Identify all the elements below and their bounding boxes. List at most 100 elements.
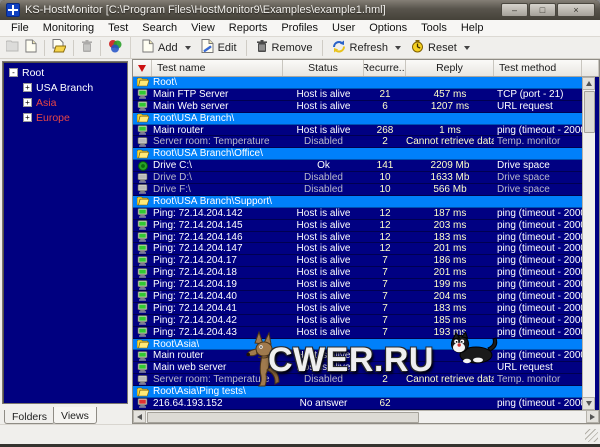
folder-row[interactable]: Root\Asia\Ping tests\ [133, 386, 582, 398]
new-page-button[interactable] [22, 37, 40, 58]
delete-button[interactable] [78, 37, 96, 58]
reset-dropdown-caret[interactable] [464, 46, 470, 50]
test-row[interactable]: Ping: 72.14.204.41Host is alive7183 mspi… [133, 303, 582, 315]
reset-button[interactable]: Reset [406, 38, 475, 58]
expand-icon[interactable]: + [23, 98, 32, 107]
folder-row[interactable]: Root\USA Branch\Support\ [133, 196, 582, 208]
bottom-tabs: Folders Views [2, 404, 128, 424]
test-row[interactable]: Main FTP ServerHost is alive21457 msTCP … [133, 89, 582, 101]
test-row[interactable]: Ping: 72.14.204.43Host is alive7193 mspi… [133, 327, 582, 339]
test-row[interactable]: Drive C:\Ok1412209 MbDrive space [133, 160, 582, 172]
test-row[interactable]: Ping: 72.14.204.142Host is alive12187 ms… [133, 208, 582, 220]
scroll-right-button[interactable] [586, 410, 599, 423]
minimize-button[interactable]: – [501, 3, 528, 17]
test-method-column-header[interactable]: Test method [494, 60, 582, 76]
test-row[interactable]: Ping: 72.14.204.146Host is alive12183 ms… [133, 232, 582, 244]
vertical-scroll-thumb[interactable] [584, 91, 595, 133]
menu-item-options[interactable]: Options [362, 21, 414, 35]
scroll-down-button[interactable] [582, 397, 595, 410]
horizontal-scroll-thumb[interactable] [147, 412, 419, 423]
test-row[interactable]: Ping: 72.14.204.147Host is alive12201 ms… [133, 243, 582, 255]
close-button[interactable]: × [557, 3, 595, 17]
views-tab[interactable]: Views [53, 407, 97, 424]
test-recurrences: 12 [364, 232, 406, 243]
test-row[interactable]: Ping: 72.14.204.42Host is alive7185 mspi… [133, 315, 582, 327]
tree-item-asia[interactable]: +Asia [3, 95, 127, 110]
test-method: ping (timeout - 2000 ms) [494, 243, 582, 254]
test-name-column-header[interactable]: Test name [152, 60, 283, 76]
scroll-up-button[interactable] [582, 77, 595, 90]
test-status: Host is alive [283, 101, 364, 112]
test-row[interactable]: Drive F:\Disabled10566 MbDrive space [133, 184, 582, 196]
menu-item-help[interactable]: Help [454, 21, 491, 35]
folder-row[interactable]: Root\ [133, 77, 582, 89]
test-name: Ping: 72.14.204.146 [152, 232, 283, 243]
folders-tab[interactable]: Folders [4, 410, 55, 424]
tree-item-root[interactable]: -Root [3, 65, 127, 80]
reply-column-header[interactable]: Reply [406, 60, 494, 76]
palette-button[interactable] [105, 37, 125, 58]
test-row[interactable]: Server room: TemperatureDisabled2Cannot … [133, 136, 582, 148]
remove-button[interactable]: Remove [251, 37, 318, 58]
menu-item-monitoring[interactable]: Monitoring [36, 21, 101, 35]
menu-bar: FileMonitoringTestSearchViewReportsProfi… [0, 20, 600, 37]
test-row[interactable]: Drive D:\Disabled101633 MbDrive space [133, 172, 582, 184]
new-item-button[interactable] [3, 38, 22, 57]
refresh-button[interactable]: Refresh [327, 38, 407, 58]
test-row[interactable]: 216.64.193.152No answer62ping (timeout -… [133, 398, 582, 410]
sort-column-header[interactable] [133, 60, 152, 76]
test-reply: 204 ms [406, 291, 494, 302]
edit-button[interactable]: Edit [196, 37, 242, 58]
test-row[interactable]: Main Web serverHost is alive61207 msURL … [133, 101, 582, 113]
menu-item-user[interactable]: User [325, 21, 362, 35]
test-status: Host is alive [283, 315, 364, 326]
vertical-scrollbar[interactable] [582, 77, 595, 410]
test-row[interactable]: Main routerHost is alive2681 msping (tim… [133, 125, 582, 137]
expand-icon[interactable]: + [23, 83, 32, 92]
test-recurrences: 7 [364, 279, 406, 290]
window-title: KS-HostMonitor [C:\Program Files\HostMon… [25, 4, 386, 16]
resize-grip[interactable] [585, 429, 598, 442]
test-method: Temp. monitor [494, 374, 582, 385]
test-method: ping (timeout - 2000 ms) [494, 315, 582, 326]
test-row[interactable]: Ping: 72.14.204.18Host is alive7201 mspi… [133, 267, 582, 279]
folder-row[interactable]: Root\USA Branch\Office\ [133, 148, 582, 160]
recurrences-column-header[interactable]: Recurre... [364, 60, 406, 76]
test-name: Main FTP Server [152, 89, 283, 100]
menu-item-search[interactable]: Search [135, 21, 184, 35]
test-row[interactable]: Main routerHost is aliveping (timeout - … [133, 350, 582, 362]
expand-icon[interactable]: + [23, 113, 32, 122]
test-row[interactable]: Ping: 72.14.204.40Host is alive7204 mspi… [133, 291, 582, 303]
menu-item-view[interactable]: View [184, 21, 222, 35]
test-method: URL request [494, 101, 582, 112]
host-alive-icon [133, 363, 152, 373]
test-name: Ping: 72.14.204.40 [152, 291, 283, 302]
menu-item-profiles[interactable]: Profiles [274, 21, 325, 35]
maximize-button[interactable]: □ [529, 3, 556, 17]
open-file-button[interactable] [49, 37, 69, 58]
menu-item-file[interactable]: File [4, 21, 36, 35]
test-row[interactable]: Ping: 72.14.204.145Host is alive12203 ms… [133, 220, 582, 232]
status-column-header[interactable]: Status [283, 60, 364, 76]
add-button[interactable]: Add [137, 37, 196, 58]
menu-item-reports[interactable]: Reports [222, 21, 275, 35]
horizontal-scrollbar[interactable] [133, 410, 599, 423]
tree-item-usa-branch[interactable]: +USA Branch [3, 80, 127, 95]
scroll-left-button[interactable] [133, 410, 146, 423]
test-method: Drive space [494, 172, 582, 183]
folder-row[interactable]: Root\Asia\ [133, 339, 582, 351]
collapse-icon[interactable]: - [9, 68, 18, 77]
test-row[interactable]: Ping: 72.14.204.17Host is alive7186 mspi… [133, 255, 582, 267]
test-row[interactable]: Main web serverHost is aliveURL request [133, 362, 582, 374]
menu-item-test[interactable]: Test [101, 21, 135, 35]
test-name: Ping: 72.14.204.41 [152, 303, 283, 314]
test-row[interactable]: Ping: 72.14.204.19Host is alive7199 mspi… [133, 279, 582, 291]
test-status: Host is alive [283, 125, 364, 136]
tree-item-europe[interactable]: +Europe [3, 110, 127, 125]
test-name: Ping: 72.14.204.18 [152, 267, 283, 278]
refresh-dropdown-caret[interactable] [395, 46, 401, 50]
test-row[interactable]: Server room: TemperatureDisabled2Cannot … [133, 374, 582, 386]
folder-row[interactable]: Root\USA Branch\ [133, 113, 582, 125]
add-dropdown-caret[interactable] [185, 46, 191, 50]
menu-item-tools[interactable]: Tools [414, 21, 454, 35]
